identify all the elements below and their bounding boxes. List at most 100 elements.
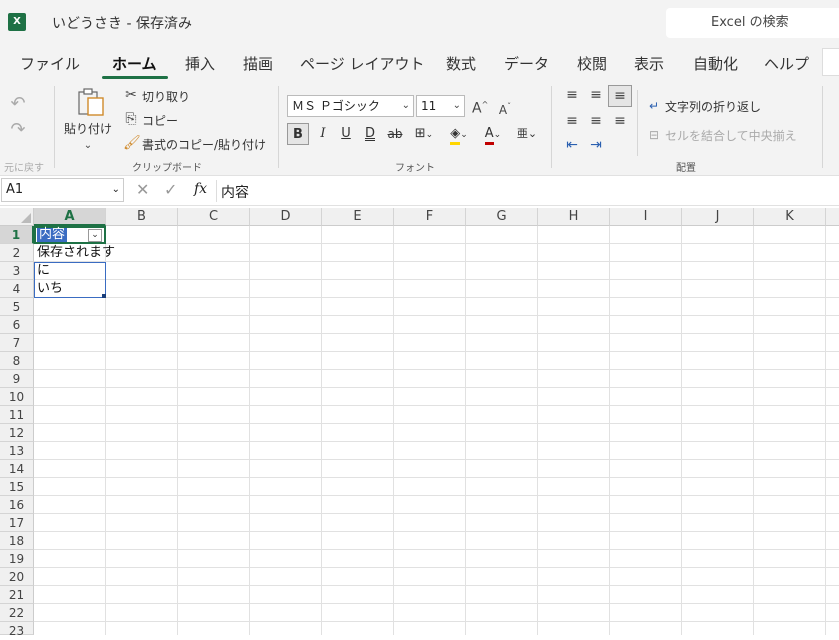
row-header[interactable]: 20	[0, 568, 34, 586]
row-header[interactable]: 9	[0, 370, 34, 388]
tab-formulas[interactable]: 数式	[446, 53, 476, 74]
chevron-down-icon[interactable]: ⌄	[82, 138, 94, 154]
column-header-a[interactable]: A	[34, 208, 106, 226]
tab-insert[interactable]: 挿入	[185, 53, 215, 74]
scissors-icon[interactable]: ✂	[124, 87, 138, 103]
document-title: いどうさき - 保存済み	[52, 16, 192, 32]
spreadsheet-grid[interactable]: A B C D E F G H I J K 1 2 3 4 5 6 7 8 9 …	[0, 208, 839, 638]
column-header-g[interactable]: G	[466, 208, 538, 226]
column-header-k[interactable]: K	[754, 208, 826, 226]
row-header[interactable]: 11	[0, 406, 34, 424]
copy-icon[interactable]: ⎘	[123, 111, 139, 127]
row-header[interactable]: 15	[0, 478, 34, 496]
cell-a4[interactable]: いち	[37, 280, 63, 298]
column-header-e[interactable]: E	[322, 208, 394, 226]
row-header[interactable]: 12	[0, 424, 34, 442]
borders-button[interactable]: ⊞⌄	[409, 123, 439, 145]
column-header-j[interactable]: J	[682, 208, 754, 226]
italic-button[interactable]: I	[314, 123, 332, 145]
undo-icon[interactable]: ↶	[8, 95, 28, 113]
format-painter-button[interactable]: 書式のコピー/貼り付け	[142, 136, 266, 153]
decrease-font-size-icon[interactable]: Aˇ	[497, 99, 513, 118]
row-header[interactable]: 3	[0, 262, 34, 280]
double-underline-button[interactable]: D	[361, 123, 379, 145]
font-size-dropdown[interactable]: 11 ⌄	[416, 95, 465, 117]
cut-button[interactable]: 切り取り	[142, 88, 190, 105]
column-header-i[interactable]: I	[610, 208, 682, 226]
cell-a2[interactable]: 保存されます	[37, 244, 115, 262]
row-header[interactable]: 8	[0, 352, 34, 370]
row-header[interactable]: 6	[0, 316, 34, 334]
tab-draw[interactable]: 描画	[243, 53, 273, 74]
row-header[interactable]: 21	[0, 586, 34, 604]
tab-view[interactable]: 表示	[634, 53, 664, 74]
row-header[interactable]: 4	[0, 280, 34, 298]
tab-review[interactable]: 校閲	[577, 53, 607, 74]
row-header[interactable]: 5	[0, 298, 34, 316]
paste-icon[interactable]	[75, 86, 107, 118]
increase-indent-icon[interactable]: ⇥	[587, 137, 605, 153]
decrease-indent-icon[interactable]: ⇤	[563, 137, 581, 153]
align-bottom-icon[interactable]: ≡	[608, 85, 632, 107]
copy-button[interactable]: コピー	[142, 112, 178, 129]
tab-data[interactable]: データ	[504, 53, 549, 74]
column-header-h[interactable]: H	[538, 208, 610, 226]
strikethrough-button[interactable]: ab	[385, 123, 405, 145]
row-header[interactable]: 1	[0, 226, 34, 244]
font-color-button[interactable]: A⌄	[478, 123, 508, 145]
column-header-d[interactable]: D	[250, 208, 322, 226]
tab-overflow-button[interactable]	[822, 48, 839, 76]
table-resize-handle[interactable]	[102, 294, 106, 298]
tab-home[interactable]: ホーム	[112, 53, 157, 74]
row-header[interactable]: 18	[0, 532, 34, 550]
row-header[interactable]: 13	[0, 442, 34, 460]
row-header[interactable]: 16	[0, 496, 34, 514]
merge-center-button[interactable]: セルを結合して中央揃え	[665, 127, 797, 144]
name-box[interactable]: A1 ⌄	[1, 178, 124, 202]
cell-a1[interactable]: 内容 ⌄	[34, 226, 106, 244]
row-header[interactable]: 7	[0, 334, 34, 352]
wrap-text-icon[interactable]: ↵	[646, 98, 662, 114]
row-header[interactable]: 19	[0, 550, 34, 568]
tab-page-layout[interactable]: ページ レイアウト	[300, 53, 424, 74]
separator	[54, 86, 55, 168]
search-box[interactable]: Excel の検索	[666, 8, 839, 38]
underline-button[interactable]: U	[337, 123, 355, 145]
align-center-icon[interactable]: ≡	[587, 113, 605, 129]
filter-dropdown-button[interactable]: ⌄	[88, 229, 102, 242]
align-middle-icon[interactable]: ≡	[587, 87, 605, 103]
select-all-button[interactable]	[0, 208, 34, 226]
row-header[interactable]: 22	[0, 604, 34, 622]
increase-font-size-icon[interactable]: A^	[472, 97, 488, 117]
row-header[interactable]: 14	[0, 460, 34, 478]
column-header-l[interactable]	[826, 208, 839, 226]
align-top-icon[interactable]: ≡	[563, 87, 581, 103]
column-header-c[interactable]: C	[178, 208, 250, 226]
fill-color-button[interactable]: ◈⌄	[444, 123, 474, 145]
align-right-icon[interactable]: ≡	[611, 113, 629, 129]
row-header[interactable]: 17	[0, 514, 34, 532]
merge-cells-icon[interactable]: ⊟	[646, 127, 662, 143]
confirm-icon[interactable]: ✓	[164, 180, 177, 199]
phonetic-icon[interactable]: 亜⌄	[513, 123, 541, 145]
row-header[interactable]: 10	[0, 388, 34, 406]
cell-a3[interactable]: に	[37, 262, 50, 280]
column-header-f[interactable]: F	[394, 208, 466, 226]
font-name-dropdown[interactable]: ＭＳ Ｐゴシック ⌄	[287, 95, 414, 117]
tab-file[interactable]: ファイル	[20, 53, 80, 74]
tab-help[interactable]: ヘルプ	[764, 53, 809, 74]
bold-button[interactable]: B	[287, 123, 309, 145]
redo-icon[interactable]: ↷	[8, 121, 28, 139]
separator	[551, 86, 552, 168]
row-header[interactable]: 23	[0, 622, 34, 638]
tab-automate[interactable]: 自動化	[693, 53, 738, 74]
cancel-icon[interactable]: ✕	[136, 180, 149, 199]
row-header[interactable]: 2	[0, 244, 34, 262]
formula-input[interactable]: 内容	[221, 182, 249, 202]
insert-function-button[interactable]: fx	[194, 181, 207, 197]
align-left-icon[interactable]: ≡	[563, 113, 581, 129]
wrap-text-button[interactable]: 文字列の折り返し	[665, 98, 761, 115]
format-painter-icon[interactable]: 🖌	[123, 135, 141, 151]
column-header-b[interactable]: B	[106, 208, 178, 226]
paste-button[interactable]: 貼り付け	[64, 120, 112, 137]
